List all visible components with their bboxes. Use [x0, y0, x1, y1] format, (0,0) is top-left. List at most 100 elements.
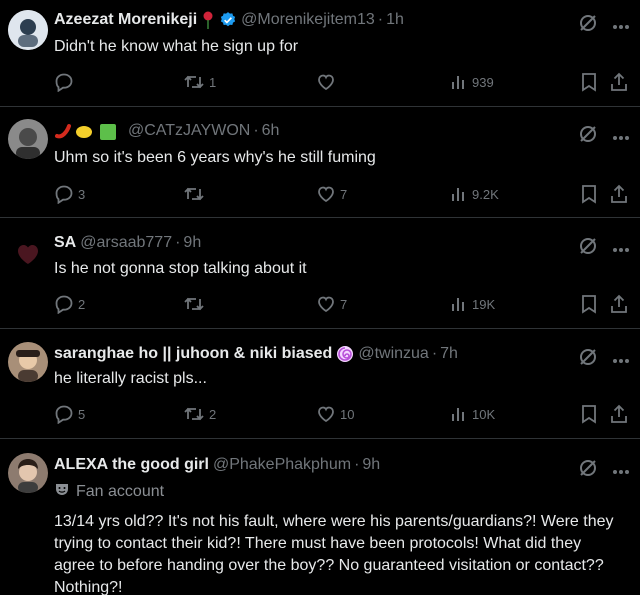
view-count: 10K — [472, 406, 496, 422]
reply-count: 5 — [78, 406, 86, 422]
like-button[interactable] — [316, 70, 340, 94]
display-name[interactable]: ALEXA the good girl — [54, 455, 209, 475]
reply-icon — [54, 294, 74, 314]
display-name[interactable]: saranghae ho || juhoon & niki biased — [54, 344, 332, 364]
bookmark-icon — [580, 294, 598, 314]
like-button[interactable]: 7 — [316, 292, 347, 316]
more-options-icon[interactable] — [612, 128, 630, 146]
reply-icon — [54, 404, 74, 424]
tweet[interactable]: @CATzJAYWON · 6h Uhm so it's been 6 year… — [0, 107, 640, 218]
views-button[interactable]: 10K — [450, 402, 495, 426]
avatar[interactable] — [8, 10, 48, 50]
share-button[interactable] — [610, 292, 628, 316]
avatar[interactable] — [8, 119, 48, 159]
retweet-count: 2 — [209, 406, 217, 422]
like-button[interactable]: 10 — [316, 402, 354, 426]
share-button[interactable] — [610, 402, 628, 426]
retweet-button[interactable]: 1 — [183, 70, 216, 94]
grok-icon[interactable] — [578, 13, 598, 38]
view-count: 19K — [472, 296, 496, 312]
user-handle[interactable]: @Morenikejitem13 — [241, 10, 375, 30]
avatar[interactable] — [8, 453, 48, 493]
verified-badge-icon — [219, 11, 237, 29]
tweet-actions: 3 7 9.2K — [54, 182, 632, 206]
grok-icon[interactable] — [578, 458, 598, 483]
views-icon — [450, 405, 468, 423]
user-handle[interactable]: @arsaab777 — [80, 233, 172, 253]
separator-dot: · — [253, 122, 259, 139]
tweet[interactable]: SA @arsaab777 · 9h Is he not gonna stop … — [0, 218, 640, 329]
reply-count: 3 — [78, 186, 86, 202]
tweet[interactable]: Azeezat Morenikeji @Morenikejitem13 · 1h… — [0, 0, 640, 107]
share-icon — [610, 184, 628, 204]
grok-icon[interactable] — [578, 124, 598, 149]
label-text: Fan account — [76, 482, 165, 500]
reply-button[interactable]: 3 — [54, 182, 85, 206]
tweet[interactable]: saranghae ho || juhoon & niki biased @tw… — [0, 329, 640, 439]
retweet-button[interactable] — [183, 182, 209, 206]
tweet[interactable]: ALEXA the good girl @PhakePhakphum · 9h … — [0, 439, 640, 595]
bookmark-button[interactable] — [580, 292, 598, 316]
bookmark-button[interactable] — [580, 402, 598, 426]
tweet-text: Uhm so it's been 6 years why's he still … — [54, 149, 376, 166]
fan-account-label: Fan account — [54, 481, 164, 502]
retweet-button[interactable] — [183, 292, 209, 316]
lollipop-icon — [336, 345, 354, 363]
chili-lemon-green-square-emoji-icon — [54, 122, 124, 140]
bookmark-button[interactable] — [580, 182, 598, 206]
heart-icon — [316, 404, 336, 424]
separator-dot: · — [175, 234, 181, 251]
like-button[interactable]: 7 — [316, 182, 347, 206]
reply-icon — [54, 72, 74, 92]
heart-icon — [316, 184, 336, 204]
bookmark-button[interactable] — [580, 70, 598, 94]
views-button[interactable]: 19K — [450, 292, 495, 316]
timestamp[interactable]: 7h — [440, 344, 458, 364]
retweet-icon — [183, 72, 205, 92]
reply-button[interactable] — [54, 70, 78, 94]
view-count: 939 — [472, 74, 494, 90]
timestamp[interactable]: 6h — [262, 121, 280, 141]
reply-count: 2 — [78, 296, 86, 312]
reply-icon — [54, 184, 74, 204]
retweet-count: 1 — [209, 74, 217, 90]
timestamp[interactable]: 9h — [183, 233, 201, 253]
user-handle[interactable]: @PhakePhakphum — [213, 455, 351, 475]
share-icon — [610, 72, 628, 92]
timestamp[interactable]: 9h — [362, 455, 380, 475]
views-button[interactable]: 939 — [450, 70, 494, 94]
display-name[interactable]: Azeezat Morenikeji — [54, 10, 197, 30]
views-icon — [450, 295, 468, 313]
user-handle[interactable]: @twinzua — [358, 344, 429, 364]
views-icon — [450, 73, 468, 91]
more-options-icon[interactable] — [612, 17, 630, 35]
tweet-feed: Azeezat Morenikeji @Morenikejitem13 · 1h… — [0, 0, 640, 595]
retweet-icon — [183, 294, 205, 314]
views-button[interactable]: 9.2K — [450, 182, 499, 206]
separator-dot: · — [431, 345, 438, 362]
bookmark-icon — [580, 184, 598, 204]
avatar[interactable] — [8, 232, 48, 272]
rose-icon — [201, 11, 215, 29]
tweet-actions: 5 2 10 10K — [54, 402, 632, 426]
separator-dot: · — [377, 11, 384, 28]
timestamp[interactable]: 1h — [386, 10, 404, 30]
more-options-icon[interactable] — [612, 462, 630, 480]
heart-icon — [316, 72, 336, 92]
retweet-icon — [183, 184, 205, 204]
separator-dot: · — [354, 456, 360, 473]
more-options-icon[interactable] — [612, 351, 630, 369]
display-name[interactable]: SA — [54, 233, 76, 253]
avatar[interactable] — [8, 342, 48, 382]
share-icon — [610, 404, 628, 424]
reply-button[interactable]: 2 — [54, 292, 85, 316]
share-button[interactable] — [610, 70, 628, 94]
more-options-icon[interactable] — [612, 240, 630, 258]
tweet-text: 13/14 yrs old?? It's not his fault, wher… — [54, 513, 614, 595]
retweet-button[interactable]: 2 — [183, 402, 216, 426]
reply-button[interactable]: 5 — [54, 402, 85, 426]
tweet-text: Didn't he know what he sign up for — [54, 38, 299, 55]
tweet-text: Is he not gonna stop talking about it — [54, 260, 307, 277]
share-button[interactable] — [610, 182, 628, 206]
user-handle[interactable]: @CATzJAYWON — [128, 121, 250, 141]
